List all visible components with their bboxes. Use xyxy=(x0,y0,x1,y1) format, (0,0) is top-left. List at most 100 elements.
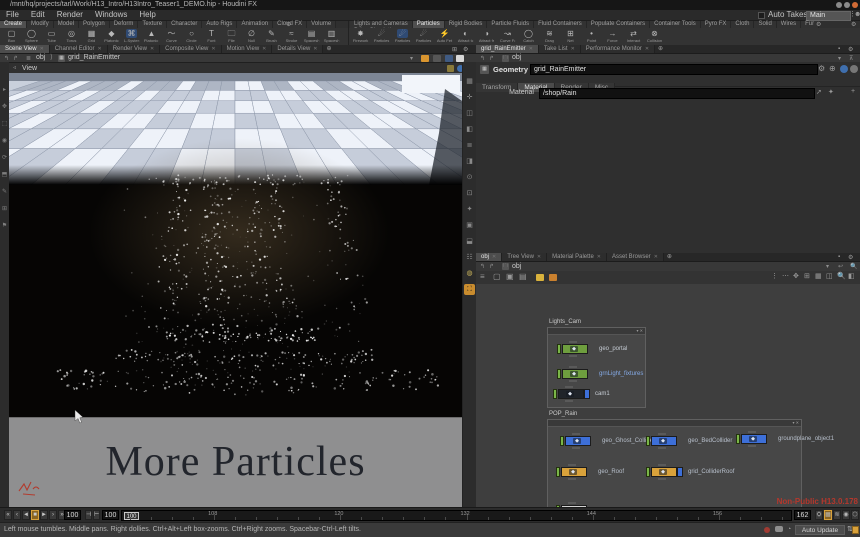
pin-icon[interactable]: ⊼ xyxy=(849,55,853,62)
node-input-connector[interactable] xyxy=(568,502,576,504)
pane-split-icon[interactable]: ▪ xyxy=(838,46,840,52)
node-output-connector[interactable] xyxy=(565,400,573,402)
chevron-down-icon[interactable]: ▾ xyxy=(410,55,413,62)
shelf-tool-particles-fr[interactable]: ☄Particles fr xyxy=(394,29,411,43)
tab-close-icon[interactable]: ✕ xyxy=(492,254,496,260)
viewport-display-icon[interactable]: ⊙ xyxy=(464,172,475,183)
shelf-tool-tube[interactable]: ▭Tube xyxy=(43,29,60,43)
shelf-tab-deform[interactable]: Deform xyxy=(110,21,139,28)
shelf-tool-point[interactable]: •Point xyxy=(583,29,600,43)
range-start-toggle[interactable]: ⊣ xyxy=(85,510,92,520)
shelf-tab-particles[interactable]: Particles xyxy=(413,21,445,28)
viewport-display-icon[interactable]: ◍ xyxy=(464,268,475,279)
shelf-tool-curve-force[interactable]: ↝Curve Force xyxy=(499,29,516,43)
netbox-header[interactable]: ▾ ✕ xyxy=(548,328,645,335)
node-input-connector[interactable] xyxy=(568,464,576,466)
viewport-display-icon[interactable]: ☷ xyxy=(464,252,475,263)
node-output-connector[interactable] xyxy=(658,478,666,480)
tab-asset-browser[interactable]: Asset Browser✕ xyxy=(607,253,664,261)
viewport-display-icon[interactable]: ⬓ xyxy=(464,236,475,247)
node-flag[interactable] xyxy=(557,369,561,379)
netbox-controls-icon[interactable]: ▾ ✕ xyxy=(637,328,643,334)
pane-menu-icon[interactable]: ⚙ xyxy=(848,46,853,53)
shelf-tab-volume[interactable]: Volume xyxy=(307,21,336,28)
menu-windows[interactable]: Windows xyxy=(89,10,133,20)
network-toolbar-icon[interactable]: ▣ xyxy=(506,272,514,281)
new-tab-icon[interactable]: ⊕ xyxy=(664,253,675,260)
shelf-tool-curve[interactable]: 〜Curve xyxy=(163,29,180,43)
node-input-connector[interactable] xyxy=(572,433,580,435)
viewport-tool-icon[interactable]: ✥ xyxy=(0,103,9,112)
path-list-icon[interactable]: ≣ xyxy=(26,55,31,62)
playhead[interactable]: 100 xyxy=(124,512,139,520)
shelf-tab-container-tools[interactable]: Container Tools xyxy=(650,21,701,28)
layout-icon[interactable] xyxy=(447,65,454,72)
viewport-tool-icon[interactable]: ⚑ xyxy=(0,222,9,231)
material-path-input[interactable]: /shop/Rain xyxy=(539,88,815,99)
shelf-tool-attract-to[interactable]: ◐Attract to xyxy=(457,29,474,43)
shelf-tool-interact[interactable]: ⇄Interact xyxy=(625,29,642,43)
shelf-tool-font[interactable]: TFont xyxy=(203,29,220,43)
network-toolbar-icon[interactable]: ▢ xyxy=(493,272,501,281)
shelf-tool-collision-d[interactable]: ⊗Collision D xyxy=(646,29,663,43)
tab-close-icon[interactable]: ✕ xyxy=(571,46,575,52)
node-output-connector[interactable] xyxy=(748,445,756,447)
play-reverse-icon[interactable]: ◄ xyxy=(22,510,30,520)
playbar-option-icon[interactable]: ⬡ xyxy=(851,510,859,520)
range-end-toggle[interactable]: ⊢ xyxy=(93,510,100,520)
node-input-connector[interactable] xyxy=(569,366,577,368)
network-box-pop_rain[interactable]: ▾ ✕◆geo_Ghost_Collider◆geo_BedCollider◆g… xyxy=(547,419,802,507)
network-view-icon[interactable]: ◧ xyxy=(848,272,855,280)
tab-close-icon[interactable]: ✕ xyxy=(537,254,541,260)
pane-menu-icon[interactable]: ⚙ xyxy=(463,46,468,53)
shelf-tab-wires[interactable]: Wires xyxy=(777,21,801,28)
viewport-display-icon[interactable]: ⊡ xyxy=(464,188,475,199)
node-flag[interactable] xyxy=(557,344,561,354)
open-floating-icon[interactable]: ➚ xyxy=(816,88,822,96)
shelf-tab-modify[interactable]: Modify xyxy=(27,21,54,28)
node-output-connector[interactable] xyxy=(568,478,576,480)
shelf-tool-torus[interactable]: ◎Torus xyxy=(63,29,80,43)
next-keyframe-icon[interactable]: › xyxy=(49,510,57,520)
node-input-connector[interactable] xyxy=(565,386,573,388)
menu-render[interactable]: Render xyxy=(51,10,89,20)
snapshot-icon[interactable] xyxy=(421,55,429,62)
tab-take-list[interactable]: Take List✕ xyxy=(539,45,581,53)
node-flag[interactable] xyxy=(560,436,564,446)
view-mode-icon[interactable] xyxy=(456,55,464,62)
new-tab-icon[interactable]: ⊕ xyxy=(323,45,334,52)
viewport-display-icon[interactable]: ◧ xyxy=(464,124,475,135)
shelf-tab-rigid-bodies[interactable]: Rigid Bodies xyxy=(445,21,488,28)
param-breadcrumb[interactable]: obj xyxy=(512,54,521,62)
pane-split-icon[interactable]: ▪ xyxy=(838,254,840,260)
pane-add-icon[interactable]: ⊞ xyxy=(452,46,457,53)
network-view-icon[interactable]: ⊞ xyxy=(804,272,810,280)
viewport-display-icon[interactable]: ⛶ xyxy=(464,284,475,295)
tab-scene-view[interactable]: Scene View✕ xyxy=(0,45,50,53)
path-back-icon[interactable]: ↰ xyxy=(4,55,9,62)
shelf-tab-model[interactable]: Model xyxy=(54,21,79,28)
viewport-display-icon[interactable]: ▦ xyxy=(464,76,475,87)
tab-close-icon[interactable]: ✕ xyxy=(313,46,317,52)
node-output-connector[interactable] xyxy=(569,355,577,357)
auto-update-selector[interactable]: Auto Update xyxy=(795,525,845,535)
tab-channel-editor[interactable]: Channel Editor✕ xyxy=(50,45,108,53)
network-view-icon[interactable]: 🔍 xyxy=(837,272,846,280)
shelf-tool-brush[interactable]: ✎Brush xyxy=(263,29,280,43)
node-name-input[interactable]: grid_RainEmitter xyxy=(530,64,818,75)
shelf-tool-catch[interactable]: ◯Catch xyxy=(520,29,537,43)
tab-motion-view[interactable]: Motion View✕ xyxy=(222,45,273,53)
shelf-tool-auto-fetch[interactable]: ⚡Auto Fetch xyxy=(436,29,453,43)
stop-icon[interactable]: ■ xyxy=(31,510,39,520)
shelf-tool-stroke[interactable]: ≈Stroke xyxy=(283,29,300,43)
network-toolbar-icon[interactable]: ▤ xyxy=(519,272,527,281)
shelf-tab-cloth[interactable]: Cloth xyxy=(731,21,754,28)
tab-tree-view[interactable]: Tree View✕ xyxy=(502,253,547,261)
close-button[interactable] xyxy=(852,2,858,8)
shelf-tool-particles-fr[interactable]: ☄Particles fr xyxy=(415,29,432,43)
viewport-display-icon[interactable]: ▣ xyxy=(464,220,475,231)
shelf-tool-grid[interactable]: ▦Grid xyxy=(83,29,100,43)
shelf-tab-character[interactable]: Character xyxy=(167,21,202,28)
shelf-tab-texture[interactable]: Texture xyxy=(138,21,167,28)
shelf-tab-populate-containers[interactable]: Populate Containers xyxy=(587,21,650,28)
